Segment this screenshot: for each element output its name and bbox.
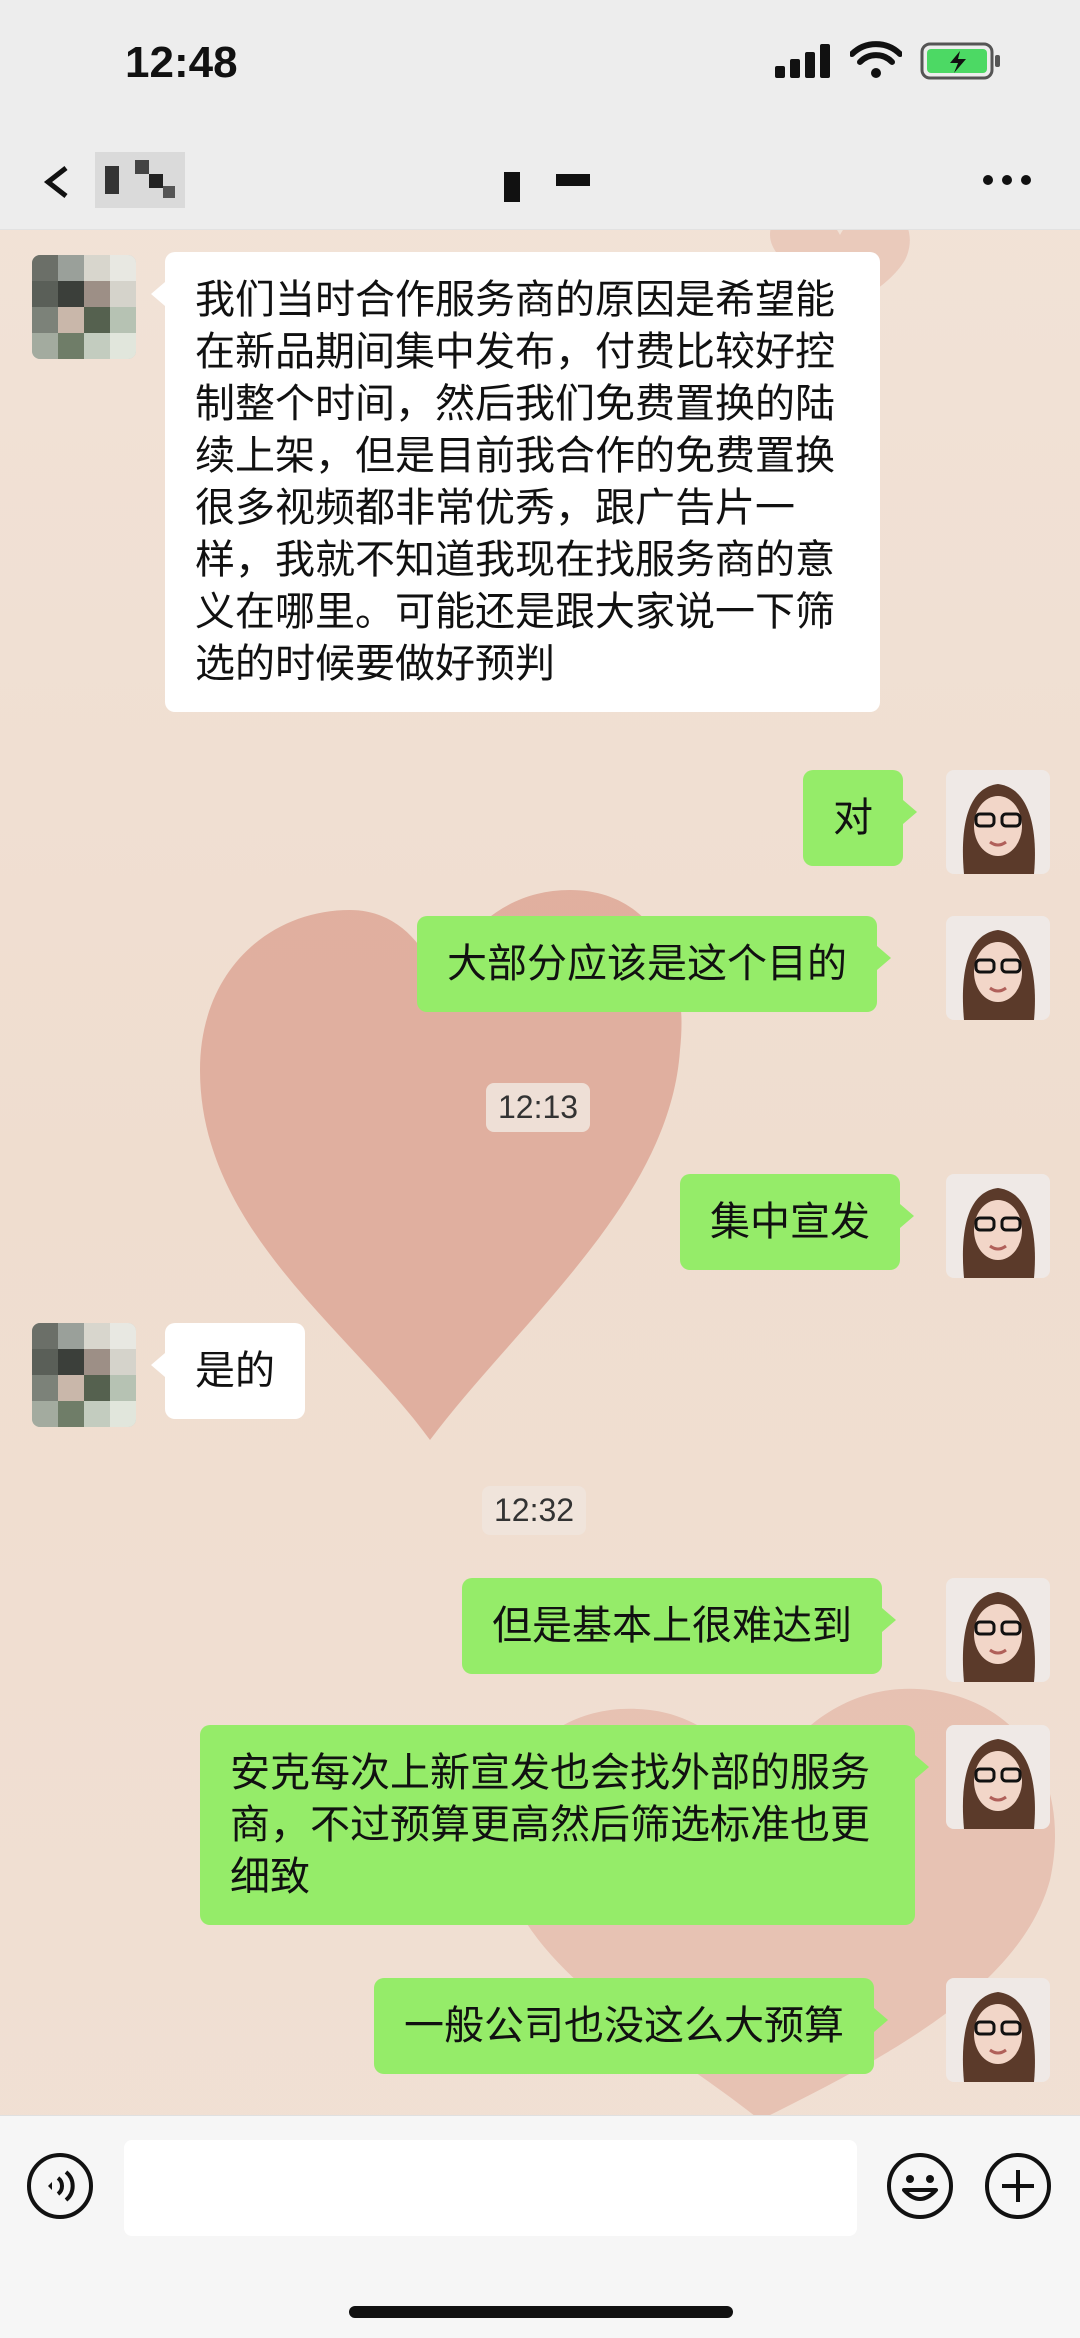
status-bar: 12:48 (0, 0, 1080, 130)
outgoing-message[interactable]: 一般公司也没这么大预算 (374, 1978, 888, 2074)
outgoing-message[interactable]: 对 (803, 770, 917, 866)
timestamp: 12:32 (482, 1486, 587, 1535)
signal-icon (775, 44, 830, 78)
plus-icon[interactable] (984, 2152, 1052, 2220)
wifi-icon (850, 41, 902, 78)
battery-icon (920, 42, 1000, 80)
input-bar (0, 2115, 1080, 2338)
chat-header (0, 130, 1080, 230)
outgoing-message[interactable]: 但是基本上很难达到 (462, 1578, 896, 1674)
outgoing-message[interactable]: 安克每次上新宣发也会找外部的服务商，不过预算更高然后筛选标准也更细致 (200, 1725, 929, 1925)
timestamp: 12:13 (486, 1083, 591, 1132)
contact-avatar[interactable] (32, 1323, 136, 1427)
message-input[interactable] (124, 2140, 857, 2236)
my-avatar[interactable] (946, 1725, 1050, 1829)
back-arrow-icon[interactable] (38, 162, 78, 202)
my-avatar[interactable] (946, 1174, 1050, 1278)
voice-icon[interactable] (26, 2152, 94, 2220)
home-indicator[interactable] (349, 2306, 733, 2318)
my-avatar[interactable] (946, 916, 1050, 1020)
message-list[interactable]: 我们当时合作服务商的原因是希望能在新品期间集中发布，付费比较好控制整个时间，然后… (0, 230, 1080, 2115)
emoji-icon[interactable] (886, 2152, 954, 2220)
my-avatar[interactable] (946, 770, 1050, 874)
outgoing-message[interactable]: 集中宣发 (680, 1174, 914, 1270)
my-avatar[interactable] (946, 1978, 1050, 2082)
contact-avatar[interactable] (32, 255, 136, 359)
my-avatar[interactable] (946, 1578, 1050, 1682)
outgoing-message[interactable]: 大部分应该是这个目的 (417, 916, 891, 1012)
status-time: 12:48 (125, 38, 238, 87)
blurred-contact-name (95, 152, 185, 208)
blurred-chat-title (504, 172, 590, 202)
incoming-message[interactable]: 是的 (151, 1323, 305, 1419)
more-dots-icon[interactable] (982, 170, 1032, 190)
incoming-message[interactable]: 我们当时合作服务商的原因是希望能在新品期间集中发布，付费比较好控制整个时间，然后… (151, 252, 880, 712)
